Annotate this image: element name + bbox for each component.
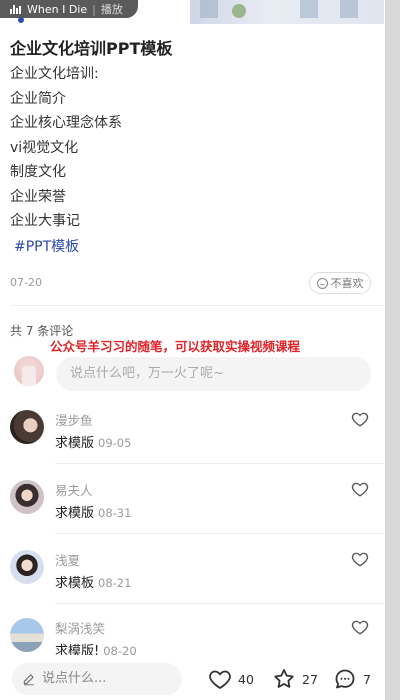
- star-icon: [274, 669, 294, 688]
- commenter-name[interactable]: 漫步鱼: [55, 410, 93, 429]
- comment-body[interactable]: 求模版 08-31: [55, 502, 131, 521]
- sad-face-icon: [316, 277, 328, 289]
- pencil-icon: [23, 674, 34, 686]
- comment-text: 求模版: [55, 506, 95, 521]
- divider: [55, 463, 384, 464]
- cover-image: [190, 0, 384, 24]
- separator: |: [92, 2, 96, 16]
- like-count: 40: [238, 671, 254, 687]
- hashtag-link[interactable]: #PPT模板: [14, 236, 79, 256]
- heart-icon[interactable]: [351, 480, 369, 498]
- dislike-label: 不喜欢: [330, 277, 364, 290]
- bottom-action-bar: 说点什么... 40 27 7: [0, 655, 384, 700]
- comment-text: 求模版: [55, 436, 95, 451]
- audio-bars-icon: [10, 4, 21, 14]
- comment-input[interactable]: 说点什么吧，万一火了呢~: [56, 357, 371, 391]
- compose-placeholder: 说点什么...: [42, 671, 107, 686]
- divider: [55, 603, 384, 604]
- music-player-bar[interactable]: When I Die | 播放: [0, 0, 138, 18]
- collect-count: 27: [302, 671, 318, 687]
- post-date: 07-20: [10, 276, 42, 289]
- comment-bubble-icon: [335, 669, 355, 689]
- like-button[interactable]: 40: [208, 667, 254, 691]
- note-line: 制度文化: [10, 164, 66, 180]
- music-title: When I Die: [27, 2, 88, 16]
- note-line: 企业大事记: [10, 213, 80, 229]
- note-content: 企业文化培训PPT模板 企业文化培训: 企业简介 企业核心理念体系 vi视觉文化…: [10, 38, 380, 234]
- comment-date: 08-21: [98, 576, 132, 590]
- avatar[interactable]: [10, 410, 44, 444]
- dislike-button[interactable]: 不喜欢: [309, 272, 371, 294]
- commenter-name[interactable]: 浅夏: [55, 550, 80, 569]
- comment-date: 08-31: [98, 506, 132, 520]
- comment-body[interactable]: 求模板 08-21: [55, 572, 131, 591]
- play-button[interactable]: 播放: [101, 1, 123, 17]
- avatar[interactable]: [10, 618, 44, 652]
- comment-compose-input[interactable]: 说点什么...: [12, 663, 182, 695]
- avatar: [14, 356, 44, 386]
- comment-date: 09-05: [98, 436, 132, 450]
- comment-item: 浅夏 求模板 08-21: [0, 550, 384, 616]
- note-line: 企业文化培训:: [10, 66, 99, 82]
- commenter-name[interactable]: 易夫人: [55, 480, 93, 499]
- note-title: 企业文化培训PPT模板: [10, 39, 173, 58]
- commenter-name[interactable]: 梨涡浅笑: [55, 618, 105, 637]
- heart-icon[interactable]: [351, 618, 369, 636]
- note-line: vi视觉文化: [10, 139, 79, 156]
- comment-button[interactable]: 7: [333, 667, 371, 691]
- note-body: 企业文化培训: 企业简介 企业核心理念体系 vi视觉文化 制度文化 企业荣誉 企…: [10, 62, 380, 234]
- avatar[interactable]: [10, 480, 44, 514]
- heart-icon[interactable]: [351, 410, 369, 428]
- watermark-text: 公众号羊习习的随笔，可以获取实操视频课程: [50, 339, 301, 354]
- note-line: 企业简介: [10, 90, 66, 107]
- note-line: 企业核心理念体系: [10, 115, 122, 131]
- avatar[interactable]: [10, 550, 44, 584]
- comment-text: 求模板: [55, 576, 95, 591]
- comment-total: 7: [363, 671, 371, 687]
- note-line: 企业荣誉: [10, 188, 66, 205]
- divider: [55, 533, 384, 534]
- heart-icon: [209, 670, 231, 690]
- comment-body[interactable]: 求模版 09-05: [55, 432, 131, 451]
- collect-button[interactable]: 27: [272, 667, 318, 691]
- page-indicator-dot: [18, 17, 24, 23]
- scrollbar[interactable]: [385, 0, 400, 700]
- comment-item: 易夫人 求模版 08-31: [0, 480, 384, 546]
- comment-item: 漫步鱼 求模版 09-05: [0, 410, 384, 476]
- divider: [10, 305, 384, 306]
- heart-icon[interactable]: [351, 550, 369, 568]
